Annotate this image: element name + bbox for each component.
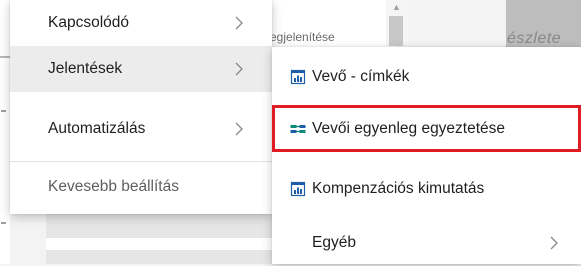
menu-item-label: Automatizálás bbox=[48, 120, 146, 137]
background-row bbox=[46, 214, 272, 238]
chevron-right-icon bbox=[235, 122, 243, 136]
menu-item-label: Kapcsolódó bbox=[48, 14, 130, 31]
submenu-item-kompenzacios-kimutatas[interactable]: Kompenzációs kimutatás bbox=[272, 165, 581, 212]
menu-divider bbox=[10, 161, 272, 162]
menu-item-automatizalas[interactable]: Automatizálás bbox=[10, 106, 272, 152]
submenu-item-vevoi-egyenleg-egyeztetese[interactable]: Vevői egyenleg egyeztetése bbox=[272, 105, 581, 152]
menu-item-jelentesek[interactable]: Jelentések bbox=[10, 46, 272, 92]
background-row bbox=[46, 250, 272, 264]
report-icon bbox=[290, 181, 306, 196]
background-mark bbox=[1, 110, 6, 112]
chevron-right-icon bbox=[235, 62, 243, 76]
menu-item-label: Jelentések bbox=[48, 60, 123, 77]
background-left-strip bbox=[0, 0, 10, 264]
scroll-up-icon[interactable]: ▲ bbox=[392, 2, 401, 12]
submenu-item-label: Kompenzációs kimutatás bbox=[312, 179, 485, 197]
background-scrollbar-thumb[interactable] bbox=[389, 16, 403, 46]
less-options-button[interactable]: Kevesebb beállítás bbox=[10, 164, 272, 210]
submenu-item-label: Egyéb bbox=[312, 233, 356, 251]
submenu-item-label: Vevő - címkék bbox=[312, 67, 410, 85]
submenu-item-vevo-cimkek[interactable]: Vevő - címkék bbox=[272, 53, 581, 100]
submenu-item-egyeb[interactable]: Egyéb bbox=[272, 219, 581, 266]
reports-submenu: Vevő - címkék Vevői egyenleg egyeztetése… bbox=[272, 47, 581, 264]
chevron-right-icon bbox=[235, 16, 243, 30]
reconcile-icon bbox=[290, 124, 306, 133]
actions-menu: Kapcsolódó Jelentések Automatizálás Keve… bbox=[10, 0, 272, 214]
background-header-text: egjelenítése bbox=[270, 30, 335, 44]
chevron-right-icon bbox=[550, 236, 558, 250]
background-right-text: észlete bbox=[507, 30, 562, 47]
submenu-item-label: Vevői egyenleg egyeztetése bbox=[312, 119, 506, 137]
background-divider bbox=[0, 56, 10, 58]
background-mark bbox=[1, 222, 6, 224]
less-options-label: Kevesebb beállítás bbox=[48, 178, 179, 195]
menu-item-kapcsolodo[interactable]: Kapcsolódó bbox=[10, 0, 272, 46]
report-icon bbox=[290, 69, 306, 84]
